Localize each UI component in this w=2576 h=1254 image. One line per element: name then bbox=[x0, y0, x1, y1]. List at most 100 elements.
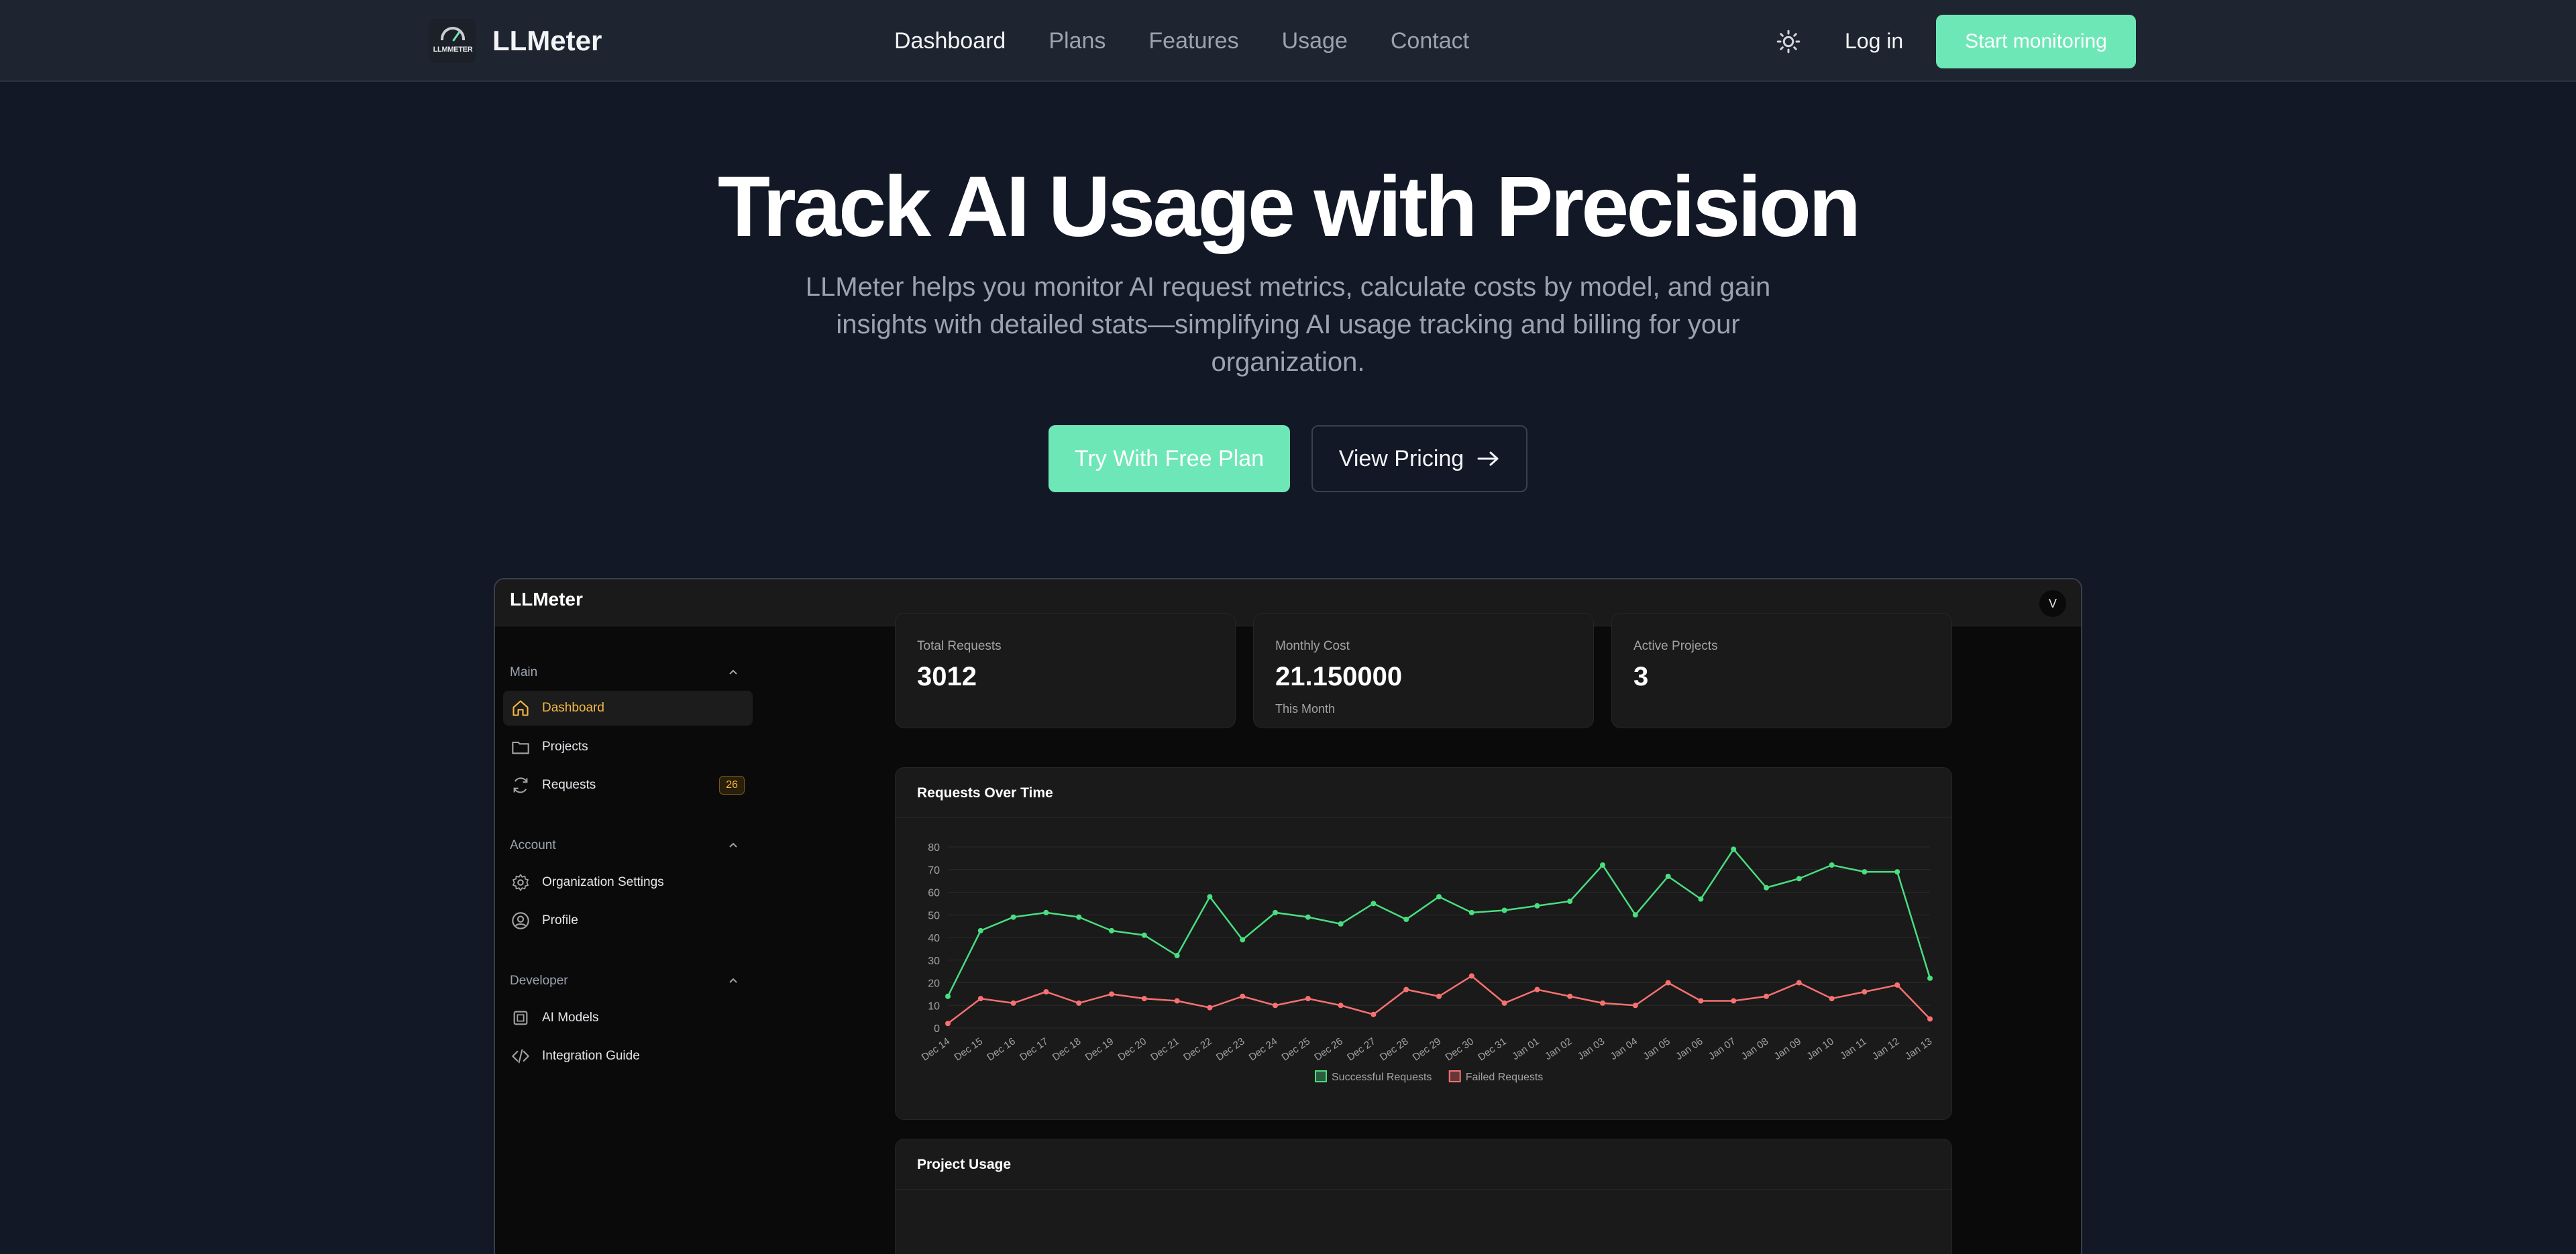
data-point bbox=[1109, 927, 1114, 933]
data-point bbox=[1141, 996, 1147, 1002]
nav-link-features[interactable]: Features bbox=[1148, 25, 1238, 56]
chevron-up-icon[interactable] bbox=[727, 840, 739, 852]
data-point bbox=[1862, 869, 1868, 875]
sidebar-item-label: Requests bbox=[542, 778, 596, 792]
stat-label: Active Projects bbox=[1633, 639, 1718, 653]
sidebar-item-organization-settings[interactable]: Organization Settings bbox=[503, 865, 753, 900]
x-tick-label: Dec 20 bbox=[1116, 1035, 1148, 1063]
data-point bbox=[1338, 1003, 1344, 1009]
stat-label: Total Requests bbox=[917, 639, 1002, 653]
stat-label: Monthly Cost bbox=[1275, 639, 1350, 653]
data-point bbox=[1600, 862, 1605, 868]
x-tick-label: Jan 06 bbox=[1674, 1035, 1705, 1062]
y-tick-label: 80 bbox=[928, 842, 940, 854]
sidebar-item-integration-guide[interactable]: Integration Guide bbox=[503, 1039, 753, 1074]
arrow-right-icon bbox=[1477, 451, 1499, 466]
folder-icon bbox=[512, 741, 529, 754]
nav-link-dashboard[interactable]: Dashboard bbox=[894, 25, 1006, 56]
series-line bbox=[947, 974, 1931, 1025]
project-usage-chart bbox=[896, 1139, 1953, 1254]
data-point bbox=[1534, 903, 1540, 909]
data-point bbox=[977, 927, 983, 933]
data-point bbox=[1927, 975, 1933, 981]
data-point bbox=[1862, 989, 1868, 994]
data-point bbox=[1567, 993, 1573, 999]
data-point bbox=[1698, 998, 1704, 1004]
data-point bbox=[1273, 909, 1278, 915]
login-link[interactable]: Log in bbox=[1845, 27, 1903, 55]
x-tick-label: Dec 21 bbox=[1148, 1035, 1181, 1063]
x-tick-label: Jan 09 bbox=[1772, 1035, 1803, 1062]
x-tick-label: Jan 12 bbox=[1870, 1035, 1902, 1062]
sidebar-item-dashboard[interactable]: Dashboard bbox=[503, 691, 753, 726]
data-point bbox=[1076, 1000, 1082, 1006]
data-point bbox=[1632, 912, 1638, 918]
dashboard-main: Total Requests 3012 Monthly Cost 21.1500… bbox=[757, 613, 2081, 1254]
x-tick-label: Jan 08 bbox=[1739, 1035, 1771, 1062]
sidebar-section-main: Main bbox=[510, 665, 538, 679]
data-point bbox=[1436, 894, 1442, 900]
nav-link-usage[interactable]: Usage bbox=[1282, 25, 1348, 56]
sidebar-item-projects[interactable]: Projects bbox=[503, 730, 753, 764]
data-point bbox=[1665, 980, 1671, 986]
data-point bbox=[1371, 1011, 1377, 1017]
data-point bbox=[1731, 998, 1737, 1004]
y-tick-label: 0 bbox=[934, 1023, 940, 1035]
brand-logo-link[interactable]: LLMMETER LLMeter bbox=[429, 19, 602, 63]
data-point bbox=[1501, 907, 1507, 913]
x-tick-label: Dec 25 bbox=[1279, 1035, 1312, 1063]
x-tick-label: Jan 11 bbox=[1838, 1035, 1869, 1062]
sidebar-item-ai-models[interactable]: AI Models bbox=[503, 1001, 753, 1035]
avatar[interactable]: V bbox=[2039, 590, 2066, 617]
view-pricing-label: View Pricing bbox=[1338, 445, 1464, 471]
view-pricing-button[interactable]: View Pricing bbox=[1311, 425, 1527, 492]
sun-icon[interactable] bbox=[1776, 30, 1801, 54]
data-point bbox=[1076, 914, 1082, 920]
sidebar-item-label: AI Models bbox=[542, 1011, 599, 1025]
x-tick-label: Dec 24 bbox=[1247, 1035, 1280, 1063]
data-point bbox=[945, 1021, 951, 1027]
gear-icon bbox=[513, 874, 529, 891]
data-point bbox=[1567, 899, 1573, 904]
data-point bbox=[1436, 993, 1442, 999]
data-point bbox=[1043, 909, 1049, 915]
x-tick-label: Dec 23 bbox=[1214, 1035, 1247, 1063]
x-tick-label: Jan 07 bbox=[1707, 1035, 1738, 1062]
x-tick-label: Dec 15 bbox=[952, 1035, 985, 1063]
data-point bbox=[945, 993, 951, 999]
stat-card-active-projects: Active Projects 3 bbox=[1611, 613, 1952, 728]
data-point bbox=[1468, 909, 1474, 915]
home-icon bbox=[513, 700, 529, 716]
sidebar-item-profile[interactable]: Profile bbox=[503, 903, 753, 938]
data-point bbox=[1829, 862, 1835, 868]
data-point bbox=[1141, 932, 1147, 938]
requests-count-badge: 26 bbox=[719, 776, 745, 795]
data-point bbox=[1698, 896, 1704, 902]
data-point bbox=[1665, 873, 1671, 879]
data-point bbox=[1632, 1003, 1638, 1009]
chevron-up-icon[interactable] bbox=[727, 667, 739, 679]
legend-label: Failed Requests bbox=[1466, 1072, 1544, 1083]
nav-link-contact[interactable]: Contact bbox=[1391, 25, 1469, 56]
try-free-plan-button[interactable]: Try With Free Plan bbox=[1049, 425, 1290, 492]
data-point bbox=[1796, 980, 1802, 986]
y-tick-label: 30 bbox=[928, 956, 940, 967]
data-point bbox=[1273, 1003, 1278, 1009]
gauge-logo-icon: LLMMETER bbox=[429, 19, 476, 63]
data-point bbox=[1927, 1016, 1933, 1022]
x-tick-label: Jan 10 bbox=[1805, 1035, 1836, 1062]
data-point bbox=[1010, 914, 1016, 920]
data-point bbox=[1894, 869, 1900, 875]
chevron-up-icon[interactable] bbox=[727, 975, 739, 987]
start-monitoring-button[interactable]: Start monitoring bbox=[1936, 15, 2136, 68]
x-tick-label: Dec 27 bbox=[1345, 1035, 1378, 1063]
data-point bbox=[1305, 914, 1311, 920]
sidebar-section-developer: Developer bbox=[510, 974, 568, 988]
sidebar-item-label: Integration Guide bbox=[542, 1049, 640, 1063]
user-circle-icon bbox=[512, 912, 529, 929]
sidebar-section-account: Account bbox=[510, 838, 556, 852]
nav-link-plans[interactable]: Plans bbox=[1049, 25, 1106, 56]
data-point bbox=[1764, 885, 1769, 891]
sidebar-item-requests[interactable]: Requests 26 bbox=[503, 768, 753, 803]
data-point bbox=[1894, 982, 1900, 988]
